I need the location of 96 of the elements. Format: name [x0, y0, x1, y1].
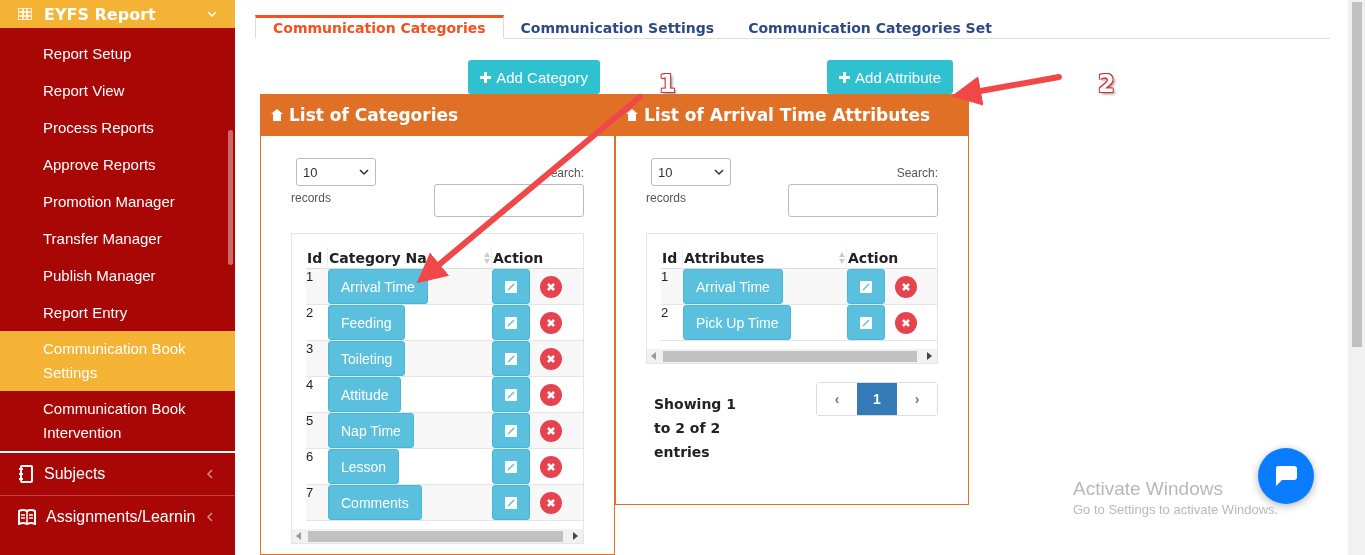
entries-info: Showing 1 to 2 of 2 entries [654, 395, 737, 462]
close-icon [546, 353, 556, 364]
records-select[interactable]: 10 [296, 158, 376, 186]
annotation-number: 2 [1098, 70, 1115, 98]
close-icon [546, 425, 556, 436]
tab[interactable]: Communication Settings [503, 15, 732, 38]
chevron-left-icon [205, 512, 215, 522]
horizontal-scrollbar[interactable] [292, 529, 583, 543]
plus-icon [480, 71, 492, 83]
pencil-icon [505, 352, 517, 365]
id-cell: 6 [306, 449, 328, 485]
chevron-left-icon [205, 469, 215, 479]
edit-button[interactable] [492, 305, 530, 340]
home-icon [271, 109, 283, 121]
id-cell: 3 [306, 341, 328, 377]
scroll-left-icon[interactable] [296, 532, 302, 540]
delete-button[interactable] [895, 275, 917, 298]
search-field[interactable] [788, 184, 938, 217]
grid-icon [18, 8, 32, 20]
delete-button[interactable] [540, 491, 562, 514]
edit-button[interactable] [492, 341, 530, 376]
records-select[interactable]: 10 [651, 158, 731, 186]
sidebar-item[interactable]: Report Setup [0, 35, 235, 72]
sidebar-item[interactable]: Approve Reports [0, 146, 235, 183]
sidebar-item[interactable]: Communication Book Intervention [0, 391, 235, 451]
sidebar-item[interactable]: Transfer Manager [0, 220, 235, 257]
edit-button[interactable] [492, 449, 530, 484]
panel-title: List of Arrival Time Attributes [644, 105, 931, 125]
close-icon [546, 461, 556, 472]
id-cell: 2 [306, 305, 328, 341]
edit-button[interactable] [492, 269, 530, 304]
scroll-right-icon[interactable] [927, 352, 933, 360]
sidebar-item[interactable]: Promotion Manager [0, 183, 235, 220]
horizontal-scrollbar[interactable] [647, 349, 937, 363]
scrollbar[interactable] [1348, 0, 1365, 555]
sort-icon[interactable] [483, 250, 491, 265]
notebook-icon [18, 465, 34, 483]
page-button[interactable]: 1 [857, 383, 897, 415]
scrollbar-thumb[interactable] [228, 130, 233, 265]
records-label: records [291, 191, 332, 205]
edit-button[interactable] [847, 305, 885, 340]
sidebar-group[interactable]: Assignments/Learnin [0, 495, 235, 538]
edit-button[interactable] [847, 269, 885, 304]
delete-button[interactable] [540, 347, 562, 370]
delete-button[interactable] [540, 383, 562, 406]
sidebar-item[interactable]: Report Entry [0, 294, 235, 331]
close-icon [546, 317, 556, 328]
annotation-number: 1 [659, 70, 676, 98]
records-label: records [646, 191, 687, 205]
close-icon [901, 281, 911, 292]
edit-button[interactable] [492, 413, 530, 448]
delete-button[interactable] [895, 311, 917, 334]
tab[interactable]: Communication Categories Set [731, 15, 1009, 38]
sidebar-item[interactable]: Process Reports [0, 109, 235, 146]
pencil-icon [505, 280, 517, 293]
id-cell: 5 [306, 413, 328, 449]
sidebar-group[interactable]: Subjects [0, 451, 235, 495]
delete-button[interactable] [540, 419, 562, 442]
id-cell: 2 [661, 305, 683, 341]
search-label: Search: [896, 166, 938, 180]
scroll-right-icon[interactable] [573, 532, 579, 540]
pencil-icon [505, 388, 517, 401]
id-cell: 1 [306, 269, 328, 305]
pencil-icon [505, 424, 517, 437]
scroll-left-icon[interactable] [651, 352, 657, 360]
pencil-icon [860, 280, 872, 293]
sort-icon[interactable] [838, 250, 846, 265]
plus-icon [839, 71, 851, 83]
id-cell: 1 [661, 269, 683, 305]
pencil-icon [505, 496, 517, 509]
sidebar-item[interactable]: Publish Manager [0, 257, 235, 294]
chat-button[interactable] [1258, 448, 1314, 504]
close-icon [901, 317, 911, 328]
search-field[interactable] [434, 184, 584, 217]
book-icon [18, 509, 36, 525]
pencil-icon [505, 460, 517, 473]
delete-button[interactable] [540, 275, 562, 298]
sidebar-item[interactable]: Report View [0, 72, 235, 109]
close-icon [546, 497, 556, 508]
chat-bubble-icon [1274, 465, 1298, 487]
edit-button[interactable] [492, 377, 530, 412]
delete-button[interactable] [540, 311, 562, 334]
id-cell: 4 [306, 377, 328, 413]
delete-button[interactable] [540, 455, 562, 478]
chevron-down-icon [359, 167, 369, 177]
pencil-icon [505, 316, 517, 329]
edit-button[interactable] [492, 485, 530, 520]
panel-title: List of Categories [289, 105, 459, 125]
close-icon [546, 389, 556, 400]
watermark-title: Activate Windows [1073, 478, 1224, 500]
home-icon [626, 109, 638, 121]
close-icon [546, 281, 556, 292]
pencil-icon [860, 316, 872, 329]
id-cell: 7 [306, 485, 328, 521]
watermark-text: Go to Settings to activate Windows. [1073, 502, 1279, 517]
chevron-down-icon [714, 167, 724, 177]
